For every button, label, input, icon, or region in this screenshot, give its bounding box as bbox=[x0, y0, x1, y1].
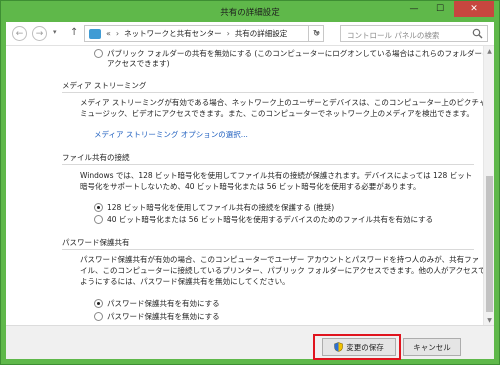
password-sharing-description: パスワード保護共有が有効の場合、このコンピューターでユーザー アカウントとパスワ… bbox=[80, 255, 480, 264]
address-bar[interactable]: « › ネットワークと共有センター › 共有の詳細設定 ▾ bbox=[84, 25, 324, 42]
search-icon[interactable] bbox=[472, 28, 483, 39]
shield-icon bbox=[334, 342, 344, 352]
back-button[interactable]: ← bbox=[12, 26, 27, 41]
file-sharing-description: Windows では、128 ビット暗号化を使用してファイル共有の接続が保護され… bbox=[80, 171, 473, 180]
password-sharing-title: パスワード保護共有 bbox=[62, 238, 130, 247]
scroll-up-icon[interactable]: ▲ bbox=[484, 46, 494, 56]
option-label: パスワード保護共有を無効にする bbox=[107, 312, 220, 321]
media-streaming-description: ミュージック、ビデオにアクセスできます。また、このコンピューターでネットワーク上… bbox=[80, 109, 474, 118]
divider bbox=[62, 92, 474, 93]
chevron-down-icon[interactable]: ▾ bbox=[53, 28, 57, 36]
option-label: 128 ビット暗号化を使用してファイル共有の接続を保護する (推奨) bbox=[107, 203, 335, 212]
media-streaming-title: メディア ストリーミング bbox=[62, 81, 147, 90]
option-label: アクセスできます) bbox=[107, 59, 170, 68]
search-placeholder: コントロール パネルの検索 bbox=[347, 31, 440, 40]
cancel-button[interactable]: キャンセル bbox=[403, 338, 461, 356]
minimize-button[interactable]: — bbox=[402, 1, 426, 17]
radio-40-56bit-encryption[interactable] bbox=[94, 215, 103, 224]
radio-enable-password-sharing[interactable] bbox=[94, 299, 103, 308]
network-icon bbox=[89, 28, 101, 39]
refresh-icon[interactable]: ↻ bbox=[308, 25, 324, 42]
media-streaming-options-link[interactable]: メディア ストリーミング オプションの選択... bbox=[94, 129, 248, 140]
search-input[interactable]: コントロール パネルの検索 bbox=[340, 25, 488, 42]
title-bar: 共有の詳細設定 — ☐ ✕ bbox=[0, 0, 500, 22]
media-streaming-description: メディア ストリーミングが有効である場合、ネットワーク上のユーザーとデバイスは、… bbox=[80, 98, 494, 107]
forward-button[interactable]: → bbox=[32, 26, 47, 41]
breadcrumb-overflow[interactable]: « bbox=[106, 29, 111, 38]
close-button[interactable]: ✕ bbox=[454, 1, 494, 17]
save-changes-button[interactable]: 変更の保存 bbox=[322, 338, 396, 356]
radio-disable-public-folder-sharing[interactable] bbox=[94, 49, 103, 58]
breadcrumb-separator[interactable]: › bbox=[116, 29, 119, 38]
divider bbox=[62, 164, 474, 165]
scroll-thumb[interactable] bbox=[486, 176, 493, 312]
advanced-sharing-window: 共有の詳細設定 — ☐ ✕ ← → ▾ ↑ « › ネットワークと共有センター … bbox=[0, 0, 500, 365]
divider bbox=[62, 249, 474, 250]
save-changes-label: 変更の保存 bbox=[346, 342, 384, 352]
password-sharing-description: ようにするには、パスワード保護共有を無効にしてください。 bbox=[80, 277, 290, 286]
file-sharing-description: 暗号化をサポートしないため、40 ビット暗号化または 56 ビット暗号化を使用す… bbox=[80, 182, 421, 191]
breadcrumb-network-center[interactable]: ネットワークと共有センター bbox=[124, 28, 222, 39]
scroll-down-icon[interactable]: ▼ bbox=[484, 315, 494, 325]
up-button[interactable]: ↑ bbox=[70, 27, 78, 38]
settings-content: パブリック フォルダーの共有を無効にする (このコンピューターにログオンしている… bbox=[6, 46, 494, 325]
breadcrumb-separator[interactable]: › bbox=[227, 29, 230, 38]
navigation-bar: ← → ▾ ↑ « › ネットワークと共有センター › 共有の詳細設定 ▾ ↻ … bbox=[6, 22, 494, 46]
dialog-footer: 変更の保存 キャンセル bbox=[6, 325, 494, 360]
maximize-button[interactable]: ☐ bbox=[428, 1, 452, 17]
file-sharing-title: ファイル共有の接続 bbox=[62, 153, 130, 162]
breadcrumb-advanced-sharing[interactable]: 共有の詳細設定 bbox=[235, 28, 288, 39]
vertical-scrollbar[interactable]: ▲ ▼ bbox=[483, 46, 494, 325]
option-label: 40 ビット暗号化または 56 ビット暗号化を使用するデバイスのためのファイル共… bbox=[107, 215, 434, 224]
radio-disable-password-sharing[interactable] bbox=[94, 312, 103, 321]
option-label: パスワード保護共有を有効にする bbox=[107, 299, 220, 308]
password-sharing-description: イル、このコンピューターに接続しているプリンター、パブリック フォルダーにアクセ… bbox=[80, 266, 494, 275]
radio-128bit-encryption[interactable] bbox=[94, 203, 103, 212]
